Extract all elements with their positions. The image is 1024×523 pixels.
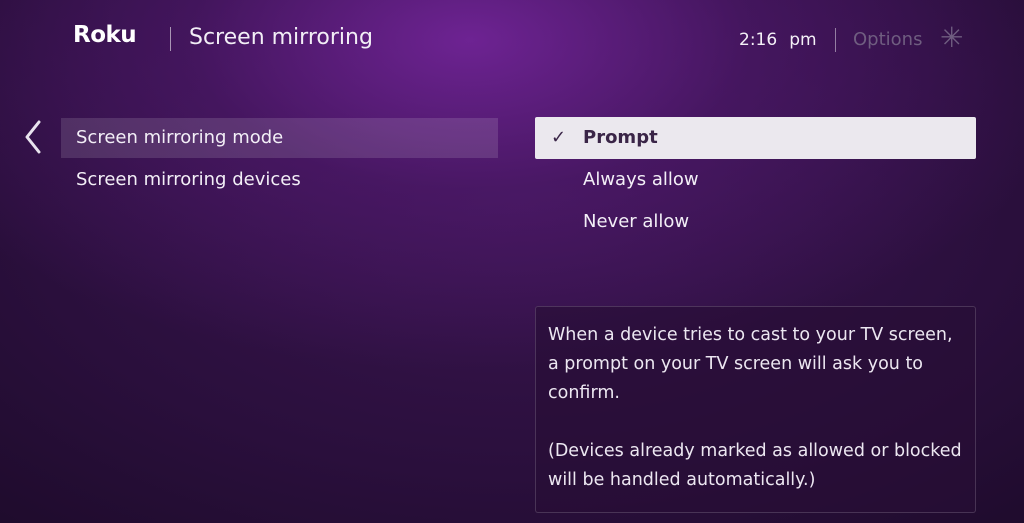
clock: 2:16 pm	[739, 30, 817, 50]
info-description: When a device tries to cast to your TV s…	[548, 325, 953, 403]
checkmark-icon: ✓	[551, 127, 567, 148]
option-label: Never allow	[583, 211, 690, 232]
header-divider-right	[835, 28, 836, 52]
clock-time: 2:16	[739, 30, 778, 50]
menu-item-screen-mirroring-mode[interactable]: Screen mirroring mode	[61, 118, 498, 158]
header-bar: Roku Screen mirroring 2:16 pm Options ✳	[0, 0, 1024, 80]
chevron-left-icon[interactable]	[20, 119, 46, 155]
menu-item-screen-mirroring-devices[interactable]: Screen mirroring devices	[61, 160, 498, 200]
info-panel: When a device tries to cast to your TV s…	[535, 306, 976, 513]
info-note: (Devices already marked as allowed or bl…	[548, 441, 962, 490]
option-always-allow[interactable]: Always allow	[535, 159, 976, 201]
page-title: Screen mirroring	[189, 25, 373, 50]
options-label[interactable]: Options	[853, 29, 922, 50]
clock-ampm: pm	[789, 30, 817, 50]
option-prompt[interactable]: ✓ Prompt	[535, 117, 976, 159]
option-label: Prompt	[583, 127, 658, 148]
asterisk-icon[interactable]: ✳	[940, 24, 963, 52]
option-never-allow[interactable]: Never allow	[535, 201, 976, 243]
header-divider	[170, 27, 171, 51]
roku-logo: Roku	[73, 22, 137, 48]
mode-options-list: ✓ Prompt Always allow Never allow	[535, 117, 976, 243]
option-label: Always allow	[583, 169, 699, 190]
settings-menu: Screen mirroring mode Screen mirroring d…	[61, 118, 498, 202]
